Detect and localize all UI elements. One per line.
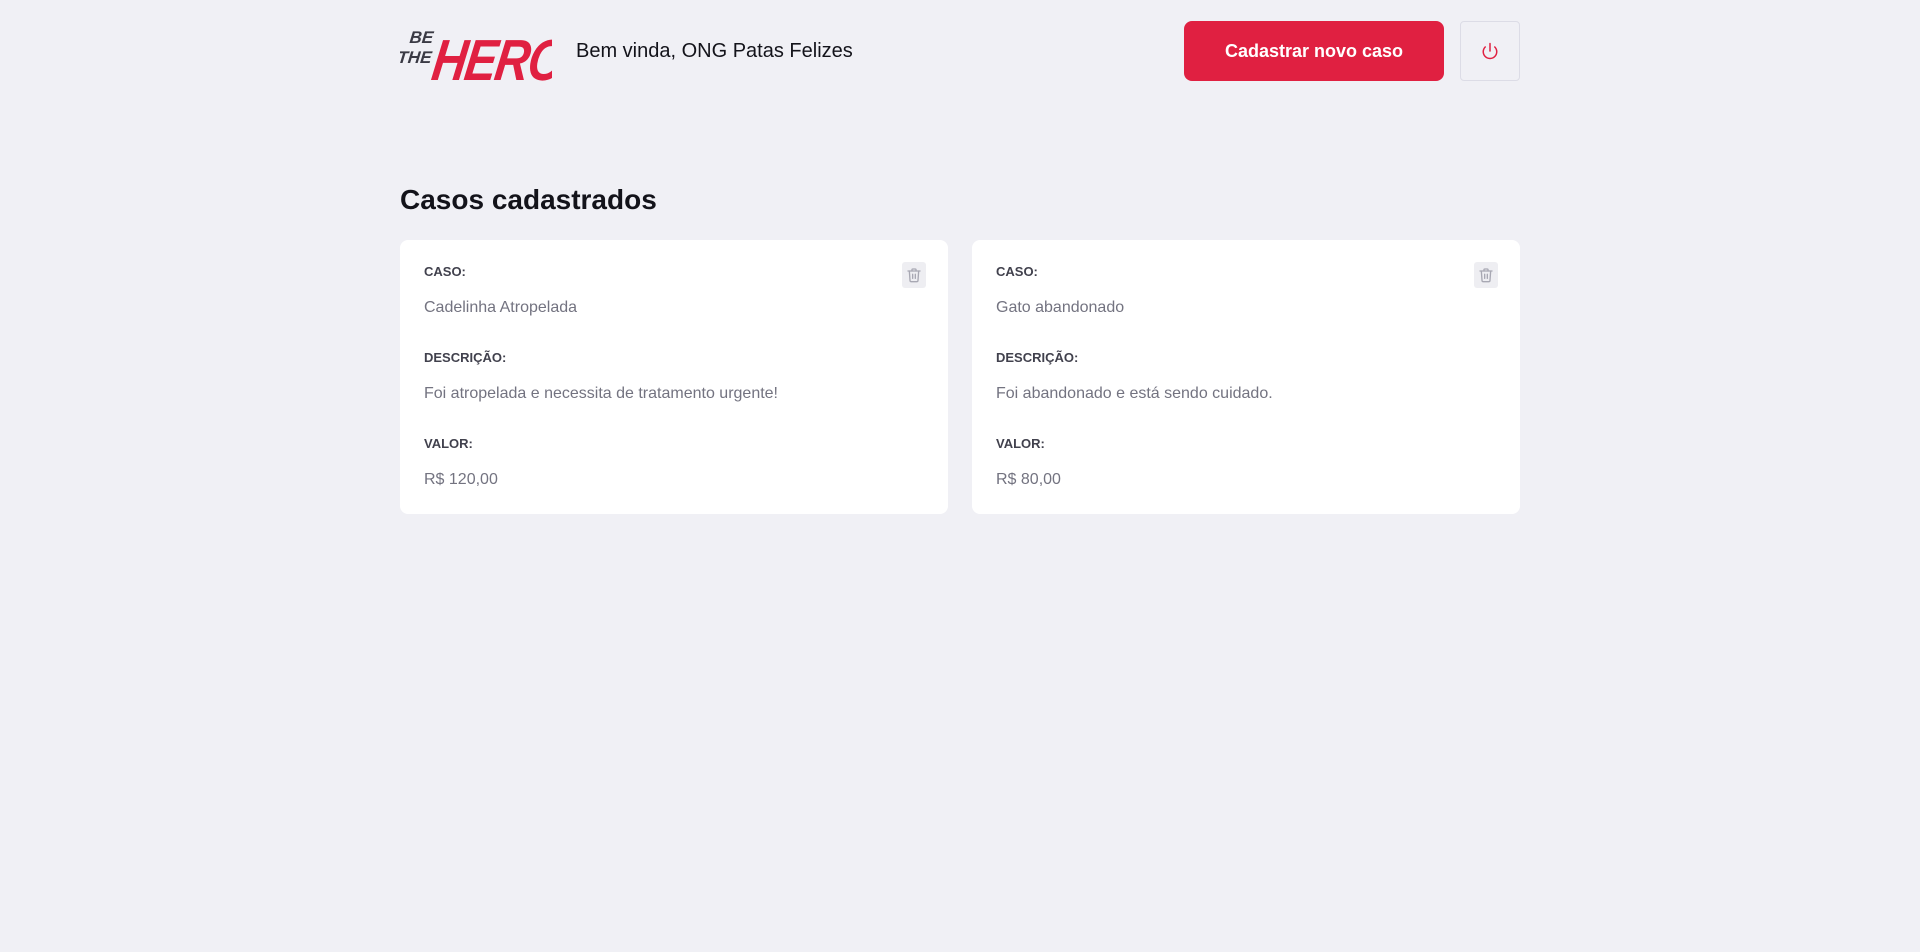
logo-the-text: THE	[400, 48, 433, 67]
delete-case-button[interactable]	[902, 262, 926, 288]
description-label: DESCRIÇÃO:	[424, 350, 507, 365]
logo-hero-text: HERO	[428, 29, 552, 86]
logo-be-text: BE	[409, 28, 435, 47]
case-label: CASO:	[996, 264, 1038, 279]
power-icon	[1482, 42, 1498, 60]
trash-icon	[1479, 268, 1493, 283]
value-label: VALOR:	[424, 436, 473, 451]
new-case-button[interactable]: Cadastrar novo caso	[1184, 21, 1444, 81]
case-description: Foi atropelada e necessita de tratamento…	[424, 385, 778, 402]
case-label: CASO:	[424, 264, 466, 279]
logout-button[interactable]	[1460, 21, 1520, 81]
case-value: R$ 80,00	[996, 471, 1061, 488]
profile-page: BE THE HERO Bem vinda, ONG Patas Felizes…	[400, 0, 1520, 514]
header: BE THE HERO Bem vinda, ONG Patas Felizes…	[400, 20, 1520, 86]
case-card: CASO: Gato abandonado DESCRIÇÃO: Foi aba…	[972, 240, 1520, 514]
cases-list: CASO: Cadelinha Atropelada DESCRIÇÃO: Fo…	[400, 240, 1520, 514]
trash-icon	[907, 268, 921, 283]
value-label: VALOR:	[996, 436, 1045, 451]
case-title: Gato abandonado	[996, 299, 1125, 316]
case-description: Foi abandonado e está sendo cuidado.	[996, 385, 1273, 402]
welcome-text: Bem vinda, ONG Patas Felizes	[576, 39, 853, 62]
be-the-hero-logo: BE THE HERO	[400, 28, 552, 86]
case-value: R$ 120,00	[424, 471, 498, 488]
case-card: CASO: Cadelinha Atropelada DESCRIÇÃO: Fo…	[400, 240, 948, 514]
page-title: Casos cadastrados	[400, 184, 657, 215]
case-title: Cadelinha Atropelada	[424, 299, 578, 316]
description-label: DESCRIÇÃO:	[996, 350, 1079, 365]
delete-case-button[interactable]	[1474, 262, 1498, 288]
